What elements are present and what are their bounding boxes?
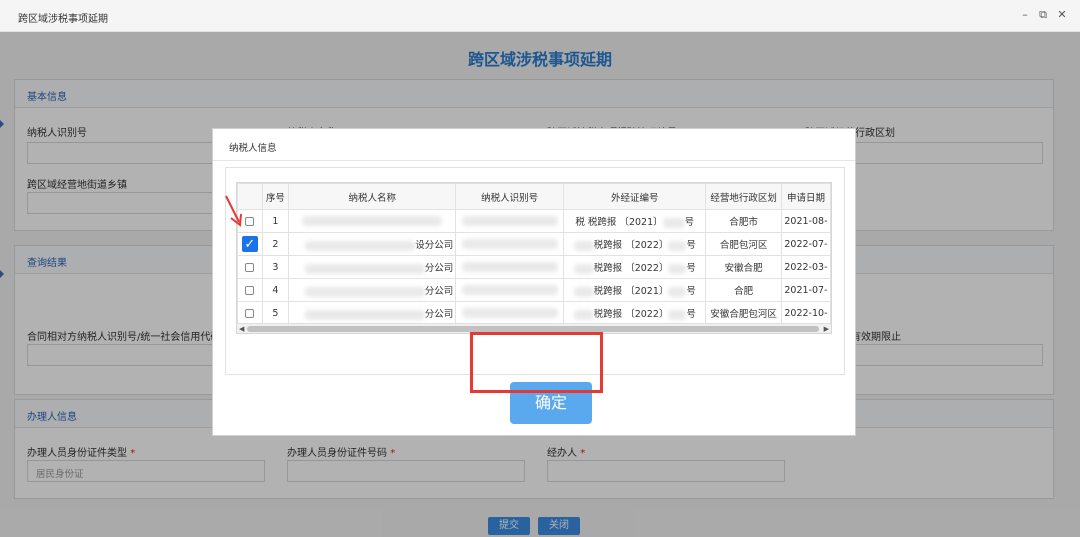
cert-no-cell: 税跨报 〔2022〕号: [563, 255, 707, 279]
row-checkbox-checked[interactable]: ✓: [241, 236, 258, 252]
highlight-box: [470, 332, 603, 393]
region-cell: 安徽合肥: [705, 255, 782, 279]
region-cell: 安徽合肥包河区: [705, 301, 782, 325]
date-cell: 2022-03-: [780, 255, 831, 279]
taxpayer-name-cell: 分公司: [288, 278, 457, 302]
date-cell: 2021-07-: [780, 278, 831, 302]
row-checkbox[interactable]: [245, 285, 255, 295]
window-title: 跨区域涉税事项延期: [18, 14, 108, 25]
window-titlebar: 跨区域涉税事项延期 – ⧉ ✕: [0, 0, 1080, 32]
date-cell: 2022-07-: [780, 232, 831, 256]
column-header: 序号: [261, 183, 290, 210]
taxpayer-id-cell: [455, 278, 565, 302]
row-checkbox[interactable]: [245, 262, 255, 272]
scroll-right-icon[interactable]: ▶: [824, 324, 829, 333]
taxpayer-name-cell: [288, 209, 457, 233]
table-header-row: 序号 纳税人名称 纳税人识别号 外经证编号 经营地行政区划 申请日期: [237, 183, 831, 210]
close-icon[interactable]: ✕: [1055, 8, 1069, 22]
cert-no-cell: 税 税跨报 〔2021〕号: [563, 209, 707, 233]
column-header: 申请日期: [780, 183, 831, 210]
column-header: 纳税人名称: [288, 183, 457, 210]
modal-title: 纳税人信息: [229, 143, 277, 154]
table-row[interactable]: 5 分公司 税跨报 〔2022〕号 安徽合肥包河区 2022-10-: [237, 301, 831, 325]
region-cell: 合肥市: [705, 209, 782, 233]
date-cell: 2021-08-: [780, 209, 831, 233]
cert-no-cell: 税跨报 〔2022〕号: [563, 301, 707, 325]
cert-no-cell: 税跨报 〔2022〕号: [563, 232, 707, 256]
taxpayer-id-cell: [455, 209, 565, 233]
row-number: 3: [261, 255, 290, 279]
row-number: 5: [261, 301, 290, 325]
maximize-icon[interactable]: ⧉: [1036, 8, 1050, 22]
table-row[interactable]: ✓ 2 设分公司 税跨报 〔2022〕号 合肥包河区 2022-07-: [237, 232, 831, 256]
row-checkbox[interactable]: [245, 216, 255, 226]
taxpayer-id-cell: [455, 301, 565, 325]
taxpayer-table: 序号 纳税人名称 纳税人识别号 外经证编号 经营地行政区划 申请日期 1 税 税…: [236, 182, 832, 334]
region-cell: 合肥: [705, 278, 782, 302]
table-row[interactable]: 3 分公司 税跨报 〔2022〕号 安徽合肥 2022-03-: [237, 255, 831, 279]
region-cell: 合肥包河区: [705, 232, 782, 256]
table-row[interactable]: 4 分公司 税跨报 〔2021〕号 合肥 2021-07-: [237, 278, 831, 302]
minimize-icon[interactable]: –: [1018, 8, 1032, 22]
row-checkbox[interactable]: [245, 308, 255, 318]
table-row[interactable]: 1 税 税跨报 〔2021〕号 合肥市 2021-08-: [237, 209, 831, 233]
column-header: 外经证编号: [563, 183, 707, 210]
annotation-arrow-icon: [225, 195, 242, 227]
taxpayer-id-cell: [455, 232, 565, 256]
column-header: 纳税人识别号: [455, 183, 565, 210]
taxpayer-id-cell: [455, 255, 565, 279]
taxpayer-name-cell: 分公司: [288, 301, 457, 325]
cert-no-cell: 税跨报 〔2021〕号: [563, 278, 707, 302]
row-number: 4: [261, 278, 290, 302]
scroll-left-icon[interactable]: ◀: [239, 324, 244, 333]
row-number: 2: [261, 232, 290, 256]
taxpayer-name-cell: 分公司: [288, 255, 457, 279]
column-header: 经营地行政区划: [705, 183, 782, 210]
taxpayer-name-cell: 设分公司: [288, 232, 457, 256]
row-number: 1: [261, 209, 290, 233]
date-cell: 2022-10-: [780, 301, 831, 325]
